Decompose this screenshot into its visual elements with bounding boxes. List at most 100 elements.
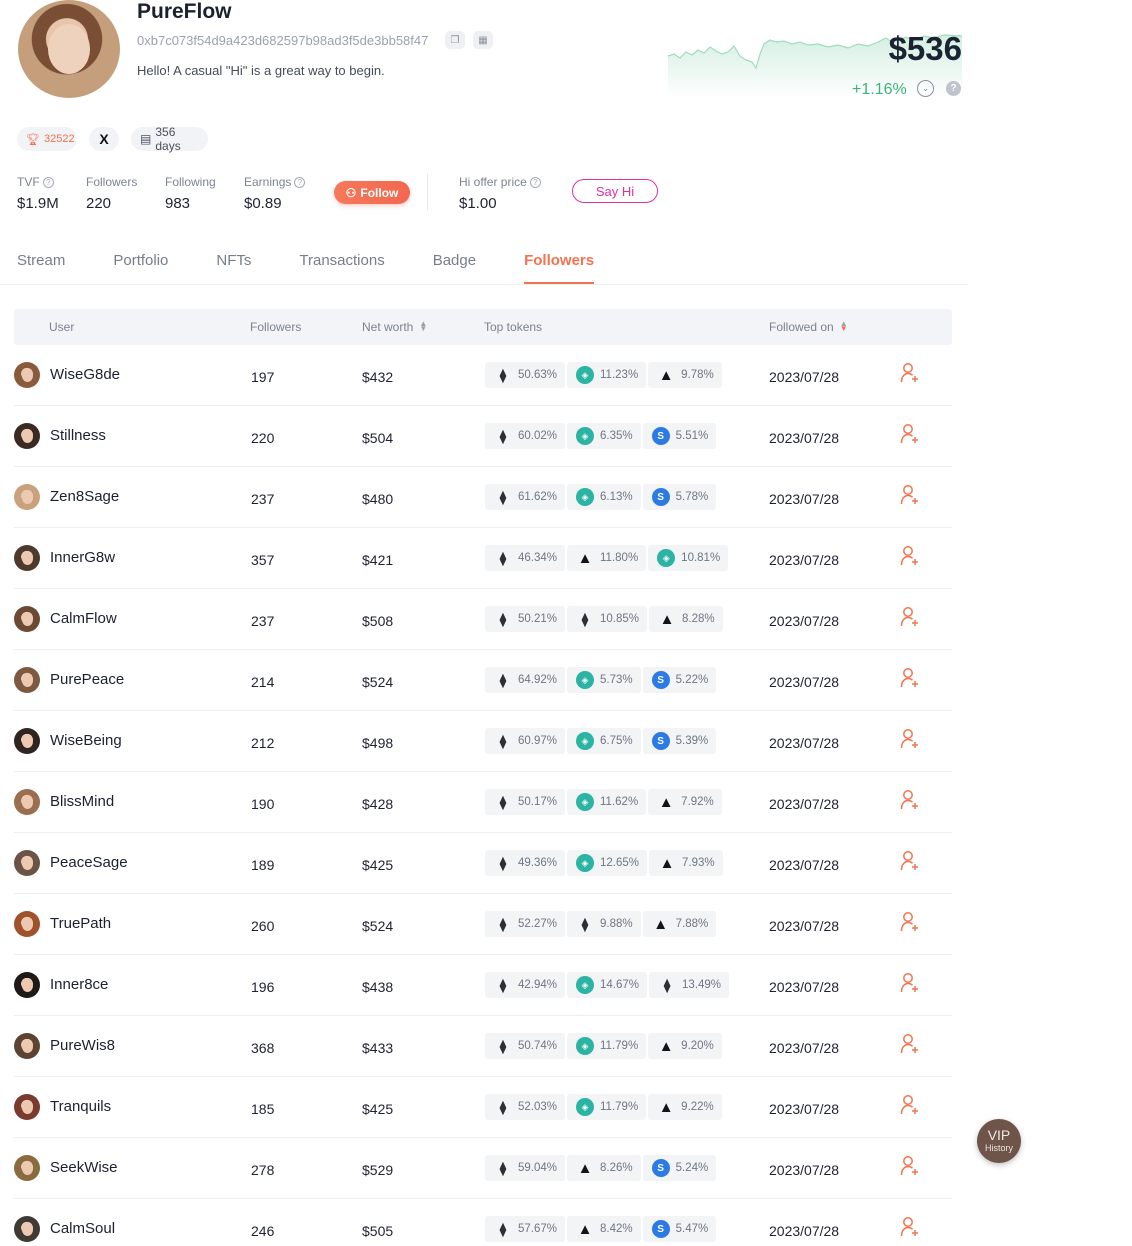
tab-stream[interactable]: Stream	[17, 252, 65, 285]
user-name[interactable]: Inner8ce	[50, 976, 108, 993]
follow-user-icon[interactable]	[900, 1155, 920, 1177]
follow-user-icon[interactable]	[900, 423, 920, 445]
follow-user-icon[interactable]	[900, 484, 920, 506]
follow-user-icon[interactable]	[900, 1094, 920, 1116]
token-chip[interactable]: ◈ 6.35%	[567, 423, 641, 449]
user-name[interactable]: Stillness	[50, 427, 106, 444]
help-icon[interactable]: ?	[946, 81, 961, 96]
token-chip[interactable]: S 5.78%	[642, 484, 717, 510]
avatar[interactable]	[14, 362, 40, 388]
table-row[interactable]: BlissMind 190 $428 ⧫ 50.17% ◈ 11.62% ▲ 7.92% 2023…	[14, 772, 952, 833]
token-chip[interactable]: ◈ 11.23%	[567, 362, 647, 388]
token-chip[interactable]: ⧫ 52.27%	[485, 911, 566, 937]
token-chip[interactable]: ▲ 8.42%	[567, 1216, 641, 1242]
table-row[interactable]: PureWis8 368 $433 ⧫ 50.74% ◈ 11.79% ▲ 9.20% 2023/…	[14, 1016, 952, 1077]
avatar[interactable]	[14, 545, 40, 571]
table-row[interactable]: WiseBeing 212 $498 ⧫ 60.97% ◈ 6.75% S 5.39% 2023/…	[14, 711, 952, 772]
user-name[interactable]: WiseBeing	[50, 732, 122, 749]
token-chip[interactable]: ⧫ 10.85%	[567, 606, 648, 632]
sort-icon[interactable]: ▲ ▼	[840, 320, 848, 333]
token-chip[interactable]: ◈ 6.75%	[567, 728, 641, 754]
token-chip[interactable]: ⧫ 49.36%	[485, 850, 566, 876]
table-row[interactable]: Tranquils 185 $425 ⧫ 52.03% ◈ 11.79% ▲ 9.22% 2023…	[14, 1077, 952, 1138]
user-name[interactable]: Zen8Sage	[50, 488, 119, 505]
table-row[interactable]: Inner8ce 196 $438 ⧫ 42.94% ◈ 14.67% ⧫ 13.49% 2023…	[14, 955, 952, 1016]
qr-code-icon[interactable]: ▦	[473, 31, 493, 49]
token-chip[interactable]: ◈ 5.73%	[567, 667, 641, 693]
say-hi-button[interactable]: Say Hi	[572, 179, 658, 203]
follow-user-icon[interactable]	[900, 1216, 920, 1238]
token-chip[interactable]: ⧫ 60.97%	[485, 728, 566, 754]
avatar[interactable]	[14, 1094, 40, 1120]
token-chip[interactable]: ⧫ 46.34%	[485, 545, 566, 571]
table-row[interactable]: PurePeace 214 $524 ⧫ 64.92% ◈ 5.73% S 5.22% 2023/…	[14, 650, 952, 711]
token-chip[interactable]: ⧫ 50.74%	[485, 1033, 566, 1059]
token-chip[interactable]: ◈ 6.13%	[567, 484, 641, 510]
follow-user-icon[interactable]	[900, 1033, 920, 1055]
token-chip[interactable]: ▲ 9.20%	[648, 1033, 722, 1059]
sort-icon[interactable]: ▲ ▼	[419, 320, 427, 333]
token-chip[interactable]: ⧫ 13.49%	[649, 972, 730, 998]
token-chip[interactable]: ▲ 7.92%	[648, 789, 722, 815]
follow-user-icon[interactable]	[900, 911, 920, 933]
tab-badge[interactable]: Badge	[433, 252, 476, 285]
token-chip[interactable]: ◈ 10.81%	[648, 545, 729, 571]
table-row[interactable]: Stillness 220 $504 ⧫ 60.02% ◈ 6.35% S 5.51% 2023/…	[14, 406, 952, 467]
avatar[interactable]	[14, 972, 40, 998]
token-chip[interactable]: ▲ 7.93%	[649, 850, 723, 876]
user-name[interactable]: TruePath	[50, 915, 111, 932]
token-chip[interactable]: ▲ 8.26%	[567, 1155, 641, 1181]
avatar[interactable]	[14, 850, 40, 876]
table-row[interactable]: InnerG8w 357 $421 ⧫ 46.34% ▲ 11.80% ◈ 10.81% 2023…	[14, 528, 952, 589]
token-chip[interactable]: S 5.51%	[642, 423, 717, 449]
user-name[interactable]: CalmFlow	[50, 610, 117, 627]
table-row[interactable]: Zen8Sage 237 $480 ⧫ 61.62% ◈ 6.13% S 5.78% 2023/0…	[14, 467, 952, 528]
help-icon[interactable]: ?	[529, 177, 541, 188]
token-chip[interactable]: ◈ 11.79%	[567, 1033, 647, 1059]
header-net-worth[interactable]: Net worth ▲ ▼	[362, 320, 427, 335]
avatar[interactable]	[14, 667, 40, 693]
token-chip[interactable]: ⧫ 60.02%	[485, 423, 566, 449]
tab-transactions[interactable]: Transactions	[299, 252, 384, 285]
tab-portfolio[interactable]: Portfolio	[113, 252, 168, 285]
token-chip[interactable]: S 5.39%	[642, 728, 717, 754]
stat-followers[interactable]: Followers 220	[86, 175, 137, 212]
help-icon[interactable]: ?	[42, 177, 54, 188]
user-name[interactable]: InnerG8w	[50, 549, 115, 566]
user-name[interactable]: PeaceSage	[50, 854, 128, 871]
follow-user-icon[interactable]	[900, 667, 920, 689]
user-name[interactable]: CalmSoul	[50, 1220, 115, 1237]
header-followed-on[interactable]: Followed on ▲ ▼	[769, 320, 848, 335]
follow-user-icon[interactable]	[900, 728, 920, 750]
tab-followers[interactable]: Followers	[524, 252, 595, 285]
token-chip[interactable]: S 5.47%	[642, 1216, 717, 1242]
avatar[interactable]	[14, 1033, 40, 1059]
token-chip[interactable]: ⧫ 50.21%	[485, 606, 566, 632]
table-row[interactable]: SeekWise 278 $529 ⧫ 59.04% ▲ 8.26% S 5.24% 2023/0…	[14, 1138, 952, 1199]
tab-nfts[interactable]: NFTs	[216, 252, 251, 285]
table-row[interactable]: CalmFlow 237 $508 ⧫ 50.21% ⧫ 10.85% ▲ 8.28% 2023/…	[14, 589, 952, 650]
follow-button[interactable]: ⚇ Follow	[334, 181, 410, 204]
token-chip[interactable]: ⧫ 59.04%	[485, 1155, 566, 1181]
user-name[interactable]: PurePeace	[50, 671, 124, 688]
avatar[interactable]	[14, 911, 40, 937]
follow-user-icon[interactable]	[900, 362, 920, 384]
follow-user-icon[interactable]	[900, 545, 920, 567]
token-chip[interactable]: S 5.24%	[642, 1155, 717, 1181]
token-chip[interactable]: ⧫ 50.63%	[485, 362, 566, 388]
token-chip[interactable]: S 5.22%	[642, 667, 717, 693]
token-chip[interactable]: ▲ 7.88%	[642, 911, 717, 937]
user-name[interactable]: Tranquils	[50, 1098, 111, 1115]
avatar[interactable]	[14, 1216, 40, 1242]
follow-user-icon[interactable]	[900, 606, 920, 628]
token-chip[interactable]: ⧫ 64.92%	[485, 667, 566, 693]
token-chip[interactable]: ⧫ 42.94%	[485, 972, 566, 998]
table-row[interactable]: CalmSoul 246 $505 ⧫ 57.67% ▲ 8.42% S 5.47% 2023/0…	[14, 1199, 952, 1246]
table-row[interactable]: PeaceSage 189 $425 ⧫ 49.36% ◈ 12.65% ▲ 7.93% 2023…	[14, 833, 952, 894]
user-name[interactable]: WiseG8de	[50, 366, 120, 383]
token-chip[interactable]: ▲ 9.22%	[648, 1094, 722, 1120]
token-chip[interactable]: ⧫ 9.88%	[567, 911, 641, 937]
token-chip[interactable]: ▲ 8.28%	[649, 606, 723, 632]
avatar[interactable]	[14, 423, 40, 449]
token-chip[interactable]: ▲ 9.78%	[648, 362, 722, 388]
